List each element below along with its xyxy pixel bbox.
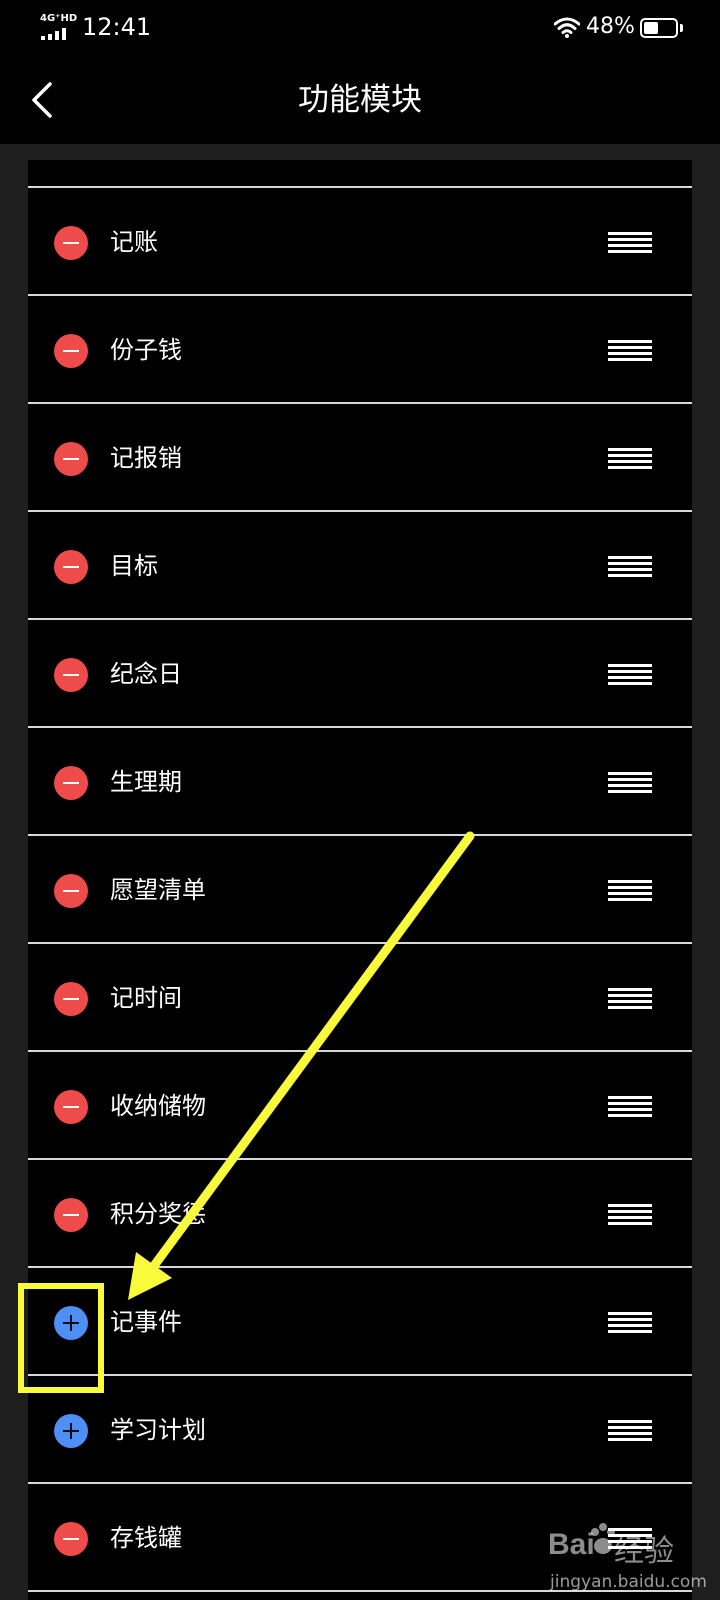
drag-handle-icon[interactable] bbox=[608, 664, 652, 686]
module-label: 记报销 bbox=[110, 444, 182, 472]
remove-module-icon[interactable] bbox=[54, 982, 88, 1016]
drag-handle-icon[interactable] bbox=[608, 1096, 652, 1118]
module-label: 份子钱 bbox=[110, 336, 182, 364]
module-label: 学习计划 bbox=[110, 1416, 206, 1444]
module-row: 积分奖惩 bbox=[28, 1160, 692, 1268]
battery-nub bbox=[680, 24, 683, 32]
module-label: 目标 bbox=[110, 552, 158, 580]
module-label: 存钱罐 bbox=[110, 1524, 182, 1552]
module-row: 份子钱 bbox=[28, 296, 692, 404]
status-time: 12:41 bbox=[82, 13, 152, 41]
module-row: 记报销 bbox=[28, 404, 692, 512]
drag-handle-icon[interactable] bbox=[608, 880, 652, 902]
module-row: 收纳储物 bbox=[28, 1052, 692, 1160]
drag-handle-icon[interactable] bbox=[608, 988, 652, 1010]
battery-level bbox=[644, 22, 658, 34]
module-list[interactable]: 记账份子钱记报销目标纪念日生理期愿望清单记时间收纳储物积分奖惩记事件学习计划存钱… bbox=[28, 160, 692, 1600]
remove-module-icon[interactable] bbox=[54, 1522, 88, 1556]
navigation-bar: 功能模块 bbox=[0, 56, 720, 144]
remove-module-icon[interactable] bbox=[54, 874, 88, 908]
network-type: 4G⁺HD bbox=[40, 13, 78, 24]
module-label: 纪念日 bbox=[110, 660, 182, 688]
module-row: 记事件 bbox=[28, 1268, 692, 1376]
content-area: 记账份子钱记报销目标纪念日生理期愿望清单记时间收纳储物积分奖惩记事件学习计划存钱… bbox=[0, 144, 720, 1600]
module-label: 记账 bbox=[110, 228, 158, 256]
add-module-icon[interactable] bbox=[54, 1306, 88, 1340]
drag-handle-icon[interactable] bbox=[608, 1204, 652, 1226]
module-label: 生理期 bbox=[110, 768, 182, 796]
module-row: 记账 bbox=[28, 188, 692, 296]
drag-handle-icon[interactable] bbox=[608, 1312, 652, 1334]
drag-handle-icon[interactable] bbox=[608, 340, 652, 362]
remove-module-icon[interactable] bbox=[54, 1090, 88, 1124]
wifi-icon bbox=[554, 17, 580, 38]
cellular-signal-icon: 4G⁺HD bbox=[40, 14, 80, 40]
module-row: 记时间 bbox=[28, 944, 692, 1052]
drag-handle-icon[interactable] bbox=[608, 448, 652, 470]
drag-handle-icon[interactable] bbox=[608, 556, 652, 578]
module-row: 纪念日 bbox=[28, 620, 692, 728]
module-label: 记事件 bbox=[110, 1308, 182, 1336]
drag-handle-icon[interactable] bbox=[608, 232, 652, 254]
remove-module-icon[interactable] bbox=[54, 766, 88, 800]
drag-handle-icon[interactable] bbox=[608, 1420, 652, 1442]
remove-module-icon[interactable] bbox=[54, 658, 88, 692]
remove-module-icon[interactable] bbox=[54, 442, 88, 476]
remove-module-icon[interactable] bbox=[54, 1198, 88, 1232]
add-module-icon[interactable] bbox=[54, 1414, 88, 1448]
paw-icon bbox=[591, 1523, 615, 1554]
module-label: 收纳储物 bbox=[110, 1092, 206, 1120]
watermark-text: 经验 bbox=[614, 1534, 674, 1569]
status-bar: 4G⁺HD 12:41 48% bbox=[0, 0, 720, 56]
watermark-url: jingyan.baidu.com bbox=[550, 1572, 707, 1592]
remove-module-icon[interactable] bbox=[54, 226, 88, 260]
module-row: 愿望清单 bbox=[28, 836, 692, 944]
module-label: 积分奖惩 bbox=[110, 1200, 206, 1228]
battery-percent: 48% bbox=[586, 14, 635, 39]
module-row: 目标 bbox=[28, 512, 692, 620]
watermark: Bai 经验 jingyan.baidu.com bbox=[548, 1522, 720, 1600]
module-row: 生理期 bbox=[28, 728, 692, 836]
battery-icon bbox=[640, 18, 678, 38]
drag-handle-icon[interactable] bbox=[608, 772, 652, 794]
remove-module-icon[interactable] bbox=[54, 550, 88, 584]
module-label: 愿望清单 bbox=[110, 876, 206, 904]
module-label: 记时间 bbox=[110, 984, 182, 1012]
page-title: 功能模块 bbox=[298, 82, 422, 118]
module-row: 学习计划 bbox=[28, 1376, 692, 1484]
remove-module-icon[interactable] bbox=[54, 334, 88, 368]
